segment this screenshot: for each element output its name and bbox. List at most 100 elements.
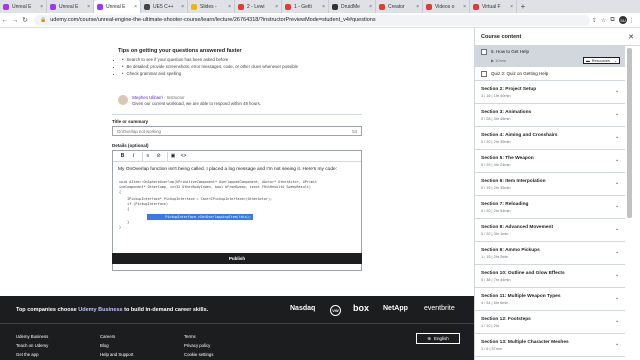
netapp-logo: NetApp [383, 305, 408, 312]
tab-favicon-icon [3, 3, 9, 10]
lecture-item-current[interactable]: 6. How to Get Help ▶ 10min ▬ Resources ⌄ [475, 46, 625, 67]
sidebar-scrollbar[interactable] [627, 48, 632, 218]
menu-icon[interactable]: ⋮ [627, 17, 636, 24]
browser-tab[interactable]: UE5 C++ × [141, 0, 188, 13]
course-section[interactable]: Section 3: Animations 0 / 28 | 3hr 46min ⌄ [475, 104, 625, 127]
browser-tab[interactable]: Unreal E × [94, 0, 141, 13]
footer-link[interactable]: Blog [100, 343, 109, 348]
footer-link[interactable]: Privacy policy [184, 343, 210, 348]
tab-close-icon[interactable]: × [416, 4, 419, 10]
tab-close-icon[interactable]: × [181, 4, 184, 10]
page-scrollbar[interactable] [468, 64, 473, 274]
bookmark-star-icon[interactable]: ☆ [599, 17, 608, 24]
tab-label: Virtual F [482, 3, 501, 10]
forward-icon[interactable]: → [10, 17, 20, 24]
tip-item: Search to see if your question has been … [122, 57, 229, 62]
browser-tab[interactable]: DruidMe × [329, 0, 376, 13]
char-count: 54 [352, 128, 357, 134]
lecture-checkbox[interactable] [481, 71, 487, 77]
course-section[interactable]: Section 8: Advanced Movement 0 / 20 | 3hr… [475, 219, 625, 242]
close-icon[interactable]: ✕ [628, 33, 634, 41]
tab-close-icon[interactable]: × [87, 4, 90, 10]
footer-link[interactable]: Terms [184, 334, 196, 339]
browser-tab[interactable]: Unreal E × [0, 0, 47, 13]
tab-favicon-icon [379, 3, 385, 10]
browser-tab[interactable]: Videos o × [423, 0, 470, 13]
reload-icon[interactable]: ↻ [20, 16, 30, 24]
footer-link[interactable]: Get the app [16, 352, 38, 357]
new-tab-icon[interactable]: + [517, 0, 529, 13]
browser-tab[interactable]: Unreal E × [47, 0, 94, 13]
bold-icon[interactable]: B [117, 152, 128, 161]
course-section[interactable]: Section 2: Project Setup 3 / 16 | 1hr 40m… [475, 81, 625, 104]
instructor-name[interactable]: Stephen Ulibarri · Instructor [132, 95, 185, 100]
browser-toolbar: ← → ↻ 🔒 udemy.com/course/unreal-engine-t… [0, 13, 640, 28]
course-content-sidebar: Course content ✕ 6. How to Get Help ▶ 10… [474, 28, 640, 360]
course-section[interactable]: Section 13: Multiple Character Meshes 1 /… [475, 334, 625, 357]
browser-tab[interactable]: Slides - × [188, 0, 235, 13]
footer-banner: Top companies choose Udemy Business to b… [0, 296, 474, 324]
browser-tab[interactable]: 1 - Getti × [282, 0, 329, 13]
lecture-item[interactable]: Quiz 2: Quiz on Getting Help [475, 67, 625, 81]
course-section[interactable]: Section 9: Ammo Pickups 1 / 15 | 2hr 2min… [475, 242, 625, 265]
course-section[interactable]: Section 5: The Weapon 0 / 29 | 4hr 24min ⌄ [475, 150, 625, 173]
browser-tab-strip: Unreal E × Unreal E × Unreal E × UE5 C++ × Slide… [0, 0, 640, 13]
share-icon[interactable]: ⇪ [590, 17, 599, 24]
footer-link[interactable]: Cookie settings [184, 352, 213, 357]
course-section[interactable]: Section 7: Reloading 0 / 20 | 2hr 54min ⌄ [475, 196, 625, 219]
globe-icon: ⊕ [427, 335, 431, 341]
chevron-down-icon: ⌄ [615, 226, 620, 232]
course-section[interactable]: Section 11: Multiple Weapon Types 4 / 34 … [475, 288, 625, 311]
chevron-down-icon: ⌄ [615, 318, 620, 324]
footer-link[interactable]: Teach on Udemy [16, 343, 48, 348]
chevron-down-icon: ⌄ [615, 157, 620, 163]
section-title: Section 2: Project Setup [481, 87, 537, 92]
code-line: IPickupInterface* PickupInterface = Cast… [119, 197, 273, 201]
title-label: Title or summary [112, 119, 149, 124]
browser-tab[interactable]: Virtual F × [470, 0, 517, 13]
back-icon[interactable]: ← [0, 17, 10, 24]
section-meta: 0 / 38 | 7hr 44min [481, 278, 511, 282]
tab-close-icon[interactable]: × [510, 4, 513, 10]
footer-link[interactable]: Help and Support [100, 352, 133, 357]
section-title: Section 12: Footsteps [481, 317, 531, 322]
section-meta: 0 / 29 | 4hr 24min [481, 163, 511, 167]
tab-close-icon[interactable]: × [40, 4, 43, 10]
tab-close-icon[interactable]: × [463, 4, 466, 10]
course-section[interactable]: Section 6: Item Interpolation 0 / 19 | 2h… [475, 173, 625, 196]
tab-close-icon[interactable]: × [134, 4, 137, 10]
lecture-checkbox[interactable] [481, 49, 487, 55]
address-bar[interactable]: 🔒 udemy.com/course/unreal-engine-the-ult… [34, 14, 590, 26]
resources-button[interactable]: ▬ Resources ⌄ [583, 57, 620, 64]
tab-close-icon[interactable]: × [322, 4, 325, 10]
code-block-icon[interactable]: <> [178, 152, 189, 161]
lecture-duration: ▶ 10min [491, 58, 507, 63]
browser-tab[interactable]: Creator × [376, 0, 423, 13]
publish-button[interactable]: Publish [112, 253, 362, 264]
chevron-down-icon: ⌄ [615, 111, 620, 117]
code-line: if (PickupInterface) [119, 202, 168, 206]
section-meta: 1 / 6 | 57min [481, 347, 502, 351]
extensions-icon[interactable]: ⧉ [608, 17, 617, 24]
numbered-list-icon[interactable]: ≡ [142, 151, 153, 161]
profile-avatar[interactable]: SU [619, 16, 627, 24]
footer-link[interactable]: Udemy Business [16, 334, 48, 339]
language-label: English [434, 336, 449, 341]
tab-close-icon[interactable]: × [369, 4, 372, 10]
tab-close-icon[interactable]: × [275, 4, 278, 10]
footer-link[interactable]: Careers [100, 334, 115, 339]
section-meta: 3 / 16 | 1hr 40min [481, 94, 511, 98]
code-line: { [119, 207, 130, 211]
language-button[interactable]: ⊕ English [416, 333, 460, 344]
tab-close-icon[interactable]: × [228, 4, 231, 10]
course-section[interactable]: Section 10: Outline and Glow Effects 0 / … [475, 265, 625, 288]
link-icon[interactable]: ⊘ [153, 152, 164, 161]
italic-icon[interactable]: I [128, 152, 139, 161]
course-section[interactable]: Section 4: Aiming and Crosshairs 0 / 20 |… [475, 127, 625, 150]
image-icon[interactable]: ▣ [167, 151, 178, 161]
section-title: Section 4: Aiming and Crosshairs [481, 133, 558, 138]
title-input[interactable]: OnOverlap not working 54 [112, 126, 362, 136]
browser-tab[interactable]: 2 - Lewi × [235, 0, 282, 13]
course-section[interactable]: Section 12: Footsteps 1 / 10 | 2hr ⌄ [475, 311, 625, 334]
tab-label: Slides - [200, 3, 217, 10]
